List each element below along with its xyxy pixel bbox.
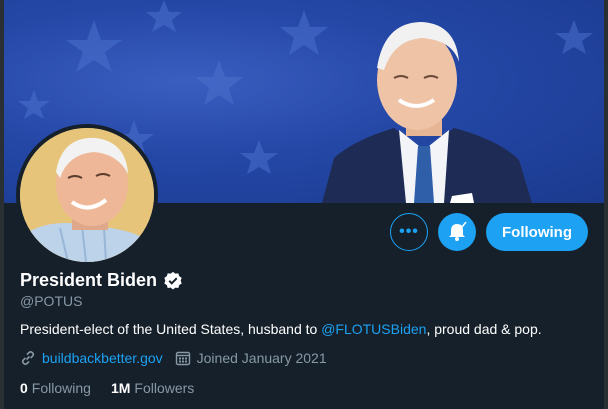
following-button-label: Following	[502, 223, 572, 241]
website-link[interactable]: buildbackbetter.gov	[42, 350, 163, 366]
profile-meta: buildbackbetter.gov Joined January 2021	[20, 350, 327, 366]
following-label: Following	[31, 380, 91, 396]
joined-item: Joined January 2021	[175, 350, 327, 366]
followers-count: 1M	[110, 380, 131, 396]
calendar-icon	[175, 351, 190, 366]
verified-badge-icon	[164, 271, 182, 289]
bio-mention-link[interactable]: @FLOTUSBiden	[321, 321, 426, 337]
bio-text-end: , proud dad & pop.	[426, 321, 542, 337]
followers-stat[interactable]: 1M Followers	[111, 380, 194, 396]
bio-text-start: President-elect of the United States, hu…	[20, 321, 322, 337]
profile-handle: @POTUS	[20, 293, 83, 309]
joined-date: Joined January 2021	[196, 350, 327, 366]
following-button[interactable]: Following	[486, 213, 588, 251]
followers-label: Followers	[134, 380, 195, 396]
more-options-button[interactable]: •••	[390, 213, 428, 251]
following-count: 0	[20, 380, 28, 396]
profile-actions: ••• Following	[390, 213, 588, 251]
following-stat[interactable]: 0 Following	[20, 380, 91, 396]
website-item: buildbackbetter.gov	[20, 350, 163, 366]
more-options-icon: •••	[399, 223, 419, 240]
bell-icon	[449, 222, 467, 241]
notifications-button[interactable]	[438, 213, 476, 251]
profile-stats: 0 Following 1M Followers	[20, 380, 194, 396]
profile-avatar[interactable]	[16, 124, 158, 266]
avatar-image	[20, 128, 154, 262]
profile-bio: President-elect of the United States, hu…	[20, 321, 542, 337]
profile-name: President Biden	[20, 270, 158, 290]
profile-name-row: President Biden	[20, 270, 183, 291]
link-icon	[21, 351, 35, 365]
